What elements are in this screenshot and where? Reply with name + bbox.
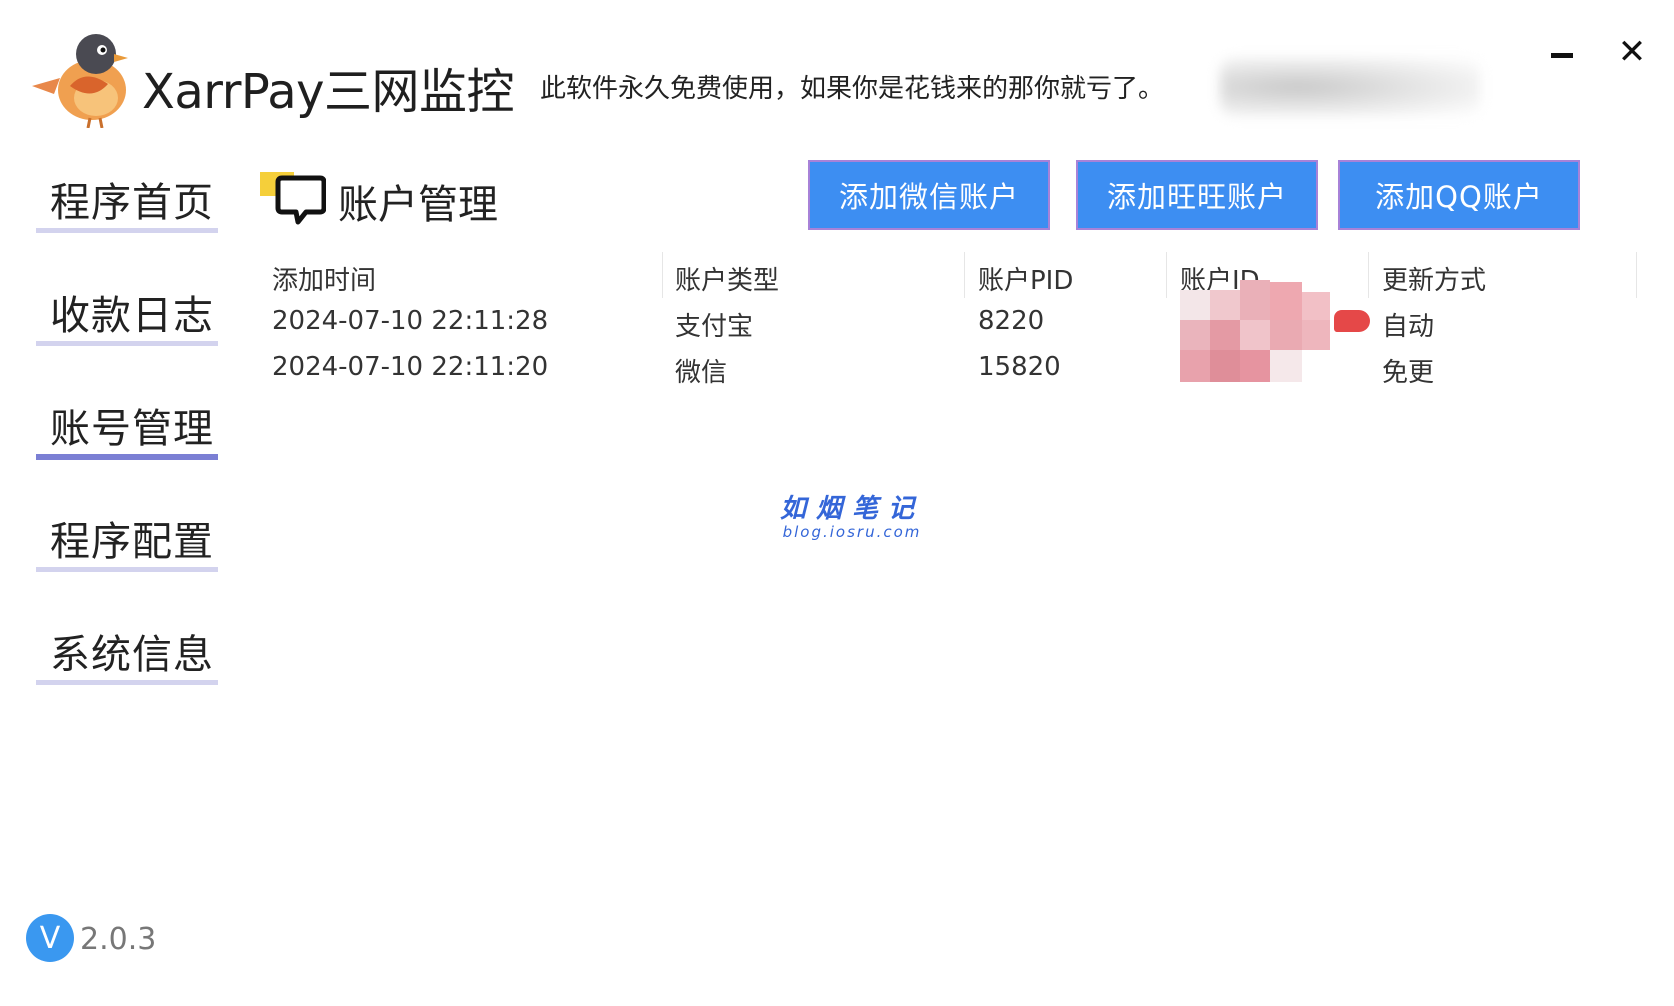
table-row[interactable]: 2024-07-10 22:11:28 支付宝 8220 自动	[270, 300, 1640, 346]
sidebar-item-label: 账号管理	[50, 406, 214, 452]
watermark: 如烟笔记 blog.iosru.com	[780, 488, 924, 541]
sidebar-item-account-management[interactable]: 账号管理	[36, 386, 220, 499]
watermark-title: 如烟笔记	[780, 494, 925, 524]
sidebar-item-payment-log[interactable]: 收款日志	[36, 273, 220, 386]
watermark-url: blog.iosru.com	[782, 523, 922, 541]
version-icon: V	[26, 914, 74, 962]
column-divider	[964, 252, 965, 298]
cell-type: 支付宝	[675, 312, 754, 342]
add-wangwang-account-button[interactable]: 添加旺旺账户	[1076, 160, 1318, 230]
nav-underline	[36, 454, 218, 460]
column-header-update-mode: 更新方式	[1382, 266, 1487, 296]
sidebar-nav: 程序首页 收款日志 账号管理 程序配置 系统信息	[36, 160, 220, 725]
nav-underline	[36, 680, 218, 685]
minimize-icon	[1551, 52, 1573, 58]
app-title: XarrPay三网监控	[142, 64, 515, 120]
column-divider	[1636, 252, 1637, 298]
close-button[interactable]: ✕	[1610, 30, 1654, 74]
chat-bubble-icon	[260, 172, 326, 225]
add-qq-account-button[interactable]: 添加QQ账户	[1338, 160, 1580, 230]
sidebar-item-config[interactable]: 程序配置	[36, 499, 220, 612]
page-title: 账户管理	[338, 182, 498, 228]
blurred-region	[1220, 58, 1480, 116]
nav-underline	[36, 341, 218, 346]
sidebar-item-home[interactable]: 程序首页	[36, 160, 220, 273]
cell-pid: 15820	[978, 352, 1061, 382]
column-header-time: 添加时间	[272, 266, 377, 296]
table-header: 添加时间 账户类型 账户PID 账户ID 更新方式	[270, 252, 1640, 300]
nav-underline	[36, 228, 218, 233]
free-notice: 此软件永久免费使用，如果你是花钱来的那你就亏了。	[540, 74, 1165, 104]
nav-underline	[36, 567, 218, 572]
column-divider	[662, 252, 663, 298]
sidebar-item-label: 系统信息	[50, 632, 214, 678]
cell-type: 微信	[675, 358, 728, 388]
cell-time: 2024-07-10 22:11:20	[272, 352, 549, 382]
sidebar-item-label: 程序首页	[50, 180, 214, 226]
cell-update-mode: 免更	[1382, 358, 1435, 388]
app-window: XarrPay三网监控 此软件永久免费使用，如果你是花钱来的那你就亏了。 ✕ 程…	[0, 0, 1674, 1006]
column-divider	[1166, 252, 1167, 298]
accounts-table: 添加时间 账户类型 账户PID 账户ID 更新方式 2024-07-10 22:…	[270, 252, 1640, 392]
sidebar-item-label: 收款日志	[50, 293, 214, 339]
sidebar-item-system-info[interactable]: 系统信息	[36, 612, 220, 725]
column-header-type: 账户类型	[675, 266, 780, 296]
cell-time: 2024-07-10 22:11:28	[272, 306, 549, 336]
column-header-pid: 账户PID	[978, 266, 1074, 296]
minimize-button[interactable]	[1540, 30, 1584, 74]
cell-update-mode: 自动	[1382, 312, 1435, 342]
sidebar-item-label: 程序配置	[50, 519, 214, 565]
red-marker	[1334, 310, 1370, 332]
column-divider	[1368, 252, 1369, 298]
close-icon: ✕	[1617, 32, 1647, 72]
add-wechat-account-button[interactable]: 添加微信账户	[808, 160, 1050, 230]
cell-pid: 8220	[978, 306, 1045, 336]
table-row[interactable]: 2024-07-10 22:11:20 微信 15820 免更	[270, 346, 1640, 392]
bird-logo-icon	[32, 34, 128, 128]
version-number: 2.0.3	[80, 922, 157, 957]
